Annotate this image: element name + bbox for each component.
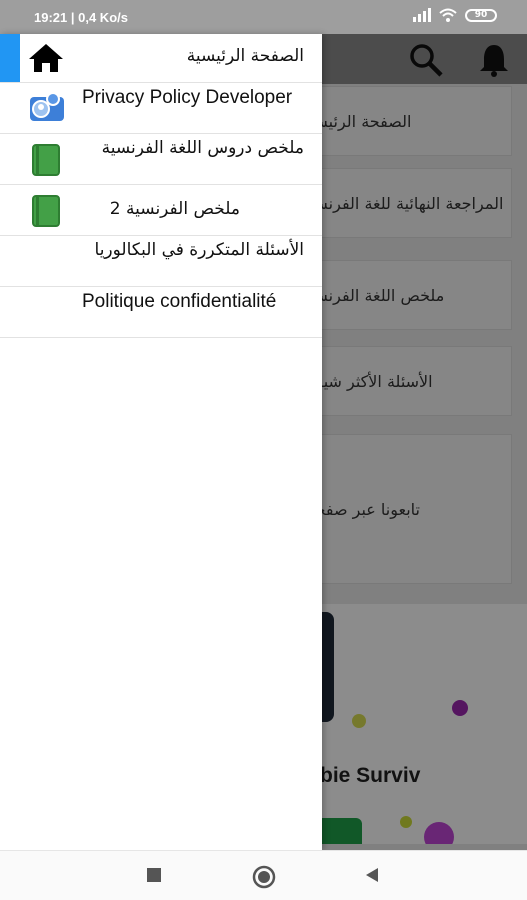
- back-button[interactable]: [364, 867, 380, 883]
- drawer-item-label: ملخص الفرنسية 2: [109, 199, 240, 219]
- drawer-item-french-lessons-summary[interactable]: ملخص دروس اللغة الفرنسية: [0, 134, 322, 185]
- signal-icon: [413, 8, 431, 22]
- drawer-item-label: الأسئلة المتكررة في البكالوريا: [94, 240, 304, 260]
- system-navigation-bar: [0, 850, 527, 900]
- book-icon: [28, 193, 64, 229]
- home-icon: [28, 40, 64, 76]
- status-clock: 19:21: [34, 10, 68, 25]
- drawer-item-french-summary-2[interactable]: ملخص الفرنسية 2: [0, 185, 322, 236]
- drawer-item-bac-frequent-questions[interactable]: الأسئلة المتكررة في البكالوريا: [0, 236, 322, 287]
- status-bar: 19:21 | 0,4 Ko/s 90: [0, 0, 527, 34]
- drawer-item-label: Politique confidentialité: [82, 291, 277, 312]
- wifi-icon: [439, 8, 457, 22]
- drawer-item-label: الصفحة الرئيسية: [186, 46, 304, 66]
- recents-button[interactable]: [146, 867, 162, 883]
- navigation-drawer: الصفحة الرئيسية Privacy Policy Developer…: [0, 34, 322, 850]
- battery-icon: 90: [465, 8, 497, 22]
- battery-level: 90: [474, 9, 488, 20]
- active-indicator: [0, 34, 20, 82]
- drawer-item-politique-confidentialite[interactable]: Politique confidentialité: [0, 287, 322, 338]
- drawer-item-privacy-policy-developer[interactable]: Privacy Policy Developer: [0, 83, 322, 134]
- status-time: 19:21 | 0,4 Ko/s: [34, 10, 128, 25]
- drawer-item-home[interactable]: الصفحة الرئيسية: [0, 34, 322, 83]
- home-button[interactable]: [252, 865, 276, 889]
- contacts-icon: [26, 89, 68, 125]
- status-icons: 90: [413, 8, 497, 22]
- network-speed: 0,4 Ko/s: [78, 10, 128, 25]
- drawer-item-label: Privacy Policy Developer: [82, 87, 293, 108]
- book-icon: [28, 142, 64, 178]
- drawer-item-label: ملخص دروس اللغة الفرنسية: [101, 138, 304, 158]
